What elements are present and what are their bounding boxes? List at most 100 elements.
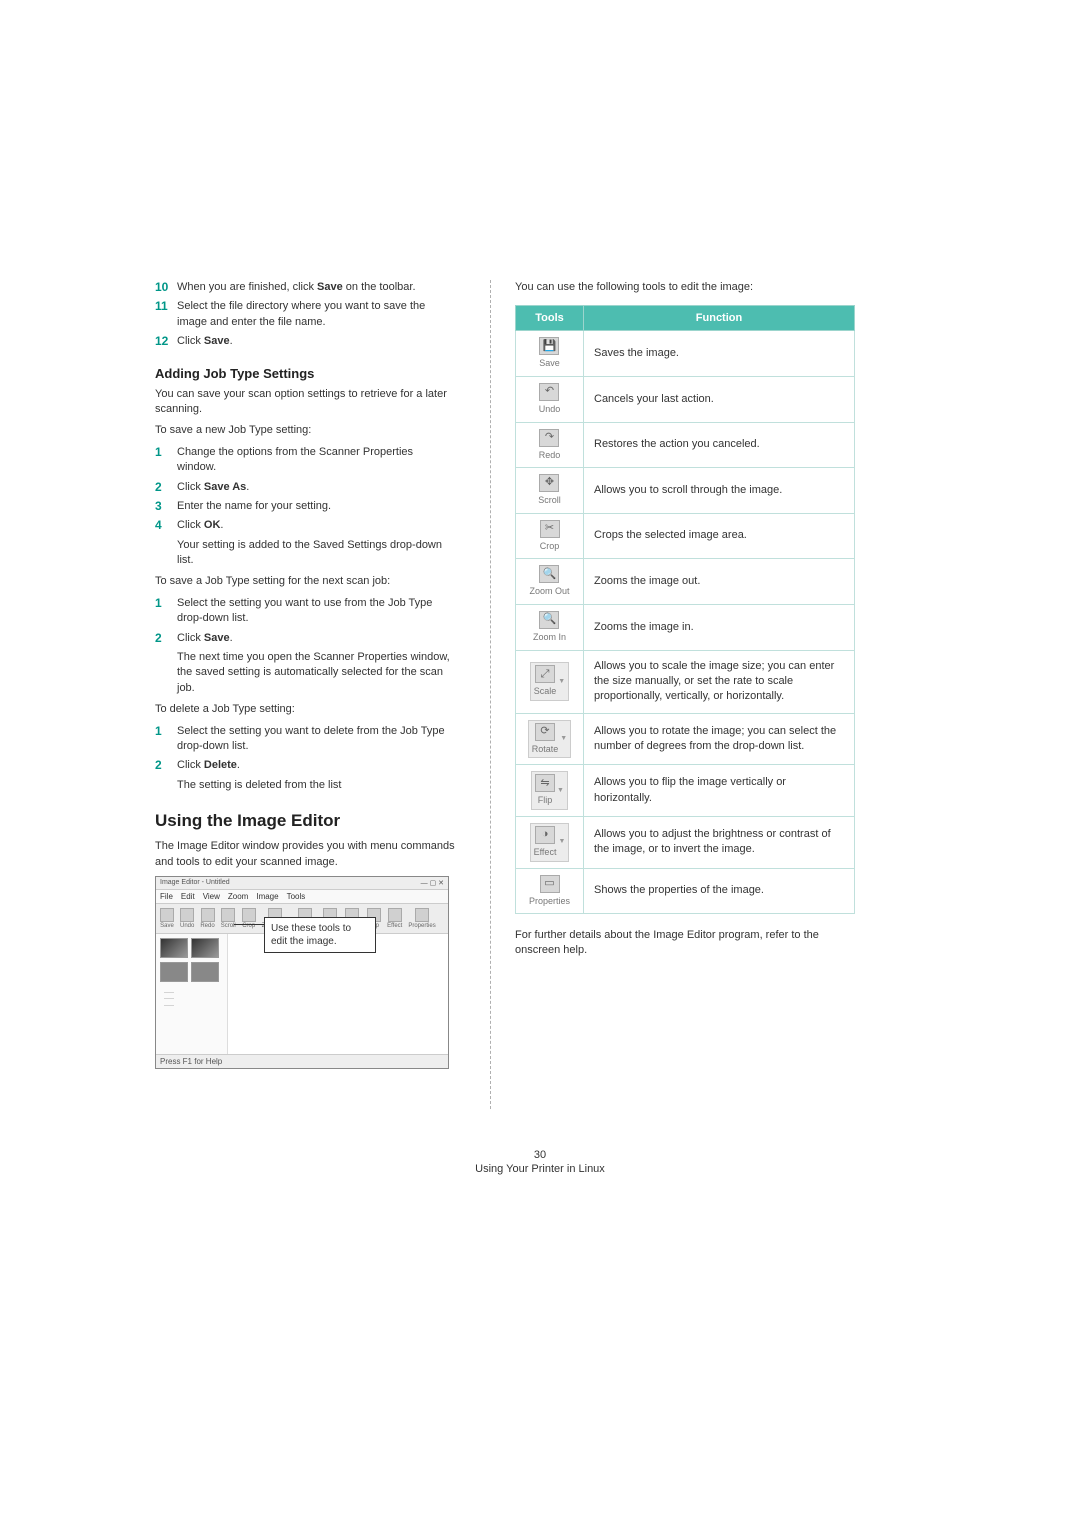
- scale-icon: ⤢: [535, 665, 555, 683]
- scroll-icon: [221, 908, 235, 922]
- step-number: 1: [155, 724, 177, 738]
- step-text: Click Save.: [177, 631, 455, 646]
- chevron-down-icon: ▼: [560, 734, 567, 744]
- tool-button[interactable]: ↶Undo: [539, 383, 561, 416]
- left-column: 10When you are finished, click Save on t…: [155, 280, 455, 1069]
- tool-label: Properties: [529, 895, 570, 908]
- tool-button[interactable]: ✂Crop: [540, 520, 560, 553]
- step-text: Select the file directory where you want…: [177, 299, 455, 330]
- function-cell: Allows you to scroll through the image.: [584, 468, 855, 514]
- step-text: When you are finished, click Save on the…: [177, 280, 455, 295]
- tool-label: Scale: [534, 685, 557, 698]
- table-row: 🔍Zoom InZooms the image in.: [516, 604, 855, 650]
- tool-cell: 💾Save: [516, 331, 584, 377]
- ss-menu-item[interactable]: View: [203, 892, 220, 901]
- ss-tool-scroll[interactable]: Scroll: [218, 906, 239, 931]
- step-line: 1Select the setting you want to delete f…: [155, 724, 455, 755]
- ss-menu-item[interactable]: Tools: [287, 892, 306, 901]
- th-tools: Tools: [516, 306, 584, 331]
- tool-button[interactable]: ⇋Flip▼: [531, 771, 568, 810]
- chevron-down-icon: ▼: [558, 677, 565, 687]
- ss-tool-label: Redo: [200, 923, 214, 929]
- step-line: 1Change the options from the Scanner Pro…: [155, 445, 455, 476]
- tool-button[interactable]: ▭ Properties: [529, 875, 570, 908]
- step-line: 2Click Delete.: [155, 758, 455, 773]
- ss-tool-effect[interactable]: Effect: [384, 906, 405, 931]
- function-cell: Allows you to scale the image size; you …: [584, 650, 855, 713]
- editor-title: Using the Image Editor: [155, 811, 455, 831]
- function-cell: Shows the properties of the image.: [584, 868, 855, 914]
- ss-tool-crop[interactable]: Crop: [239, 906, 259, 931]
- ss-tool-label: Effect: [387, 923, 402, 929]
- undo-icon: ↶: [539, 383, 559, 401]
- table-row: ⟳Rotate▼Allows you to rotate the image; …: [516, 713, 855, 765]
- redo-icon: ↷: [539, 429, 559, 447]
- step-line: 12Click Save.: [155, 334, 455, 349]
- step-text: Click Save As.: [177, 480, 455, 495]
- tool-button[interactable]: ⟳Rotate▼: [528, 720, 571, 759]
- tool-button[interactable]: 🔍Zoom Out: [529, 565, 569, 598]
- step-number: 3: [155, 499, 177, 513]
- table-intro: You can use the following tools to edit …: [515, 280, 855, 295]
- callout-line: [234, 924, 264, 925]
- ss-tool-label: Save: [160, 923, 174, 929]
- tool-button[interactable]: ⤢ Scale▼: [530, 662, 569, 701]
- delete-note: The setting is deleted from the list: [177, 778, 455, 793]
- adding-title: Adding Job Type Settings: [155, 366, 455, 381]
- ss-titlebar: Image Editor - Untitled — ▢ ✕: [156, 877, 448, 890]
- tool-label: Flip: [538, 794, 553, 807]
- ss-statusbar: Press F1 for Help: [156, 1054, 448, 1068]
- tool-cell: ✥Scroll: [516, 468, 584, 514]
- page: 10When you are finished, click Save on t…: [0, 0, 1080, 1129]
- effect-icon: [388, 908, 402, 922]
- ss-menu-item[interactable]: Edit: [181, 892, 195, 901]
- ss-tool-undo[interactable]: Undo: [177, 906, 197, 931]
- step-number: 10: [155, 280, 177, 294]
- top-steps: 10When you are finished, click Save on t…: [155, 280, 455, 350]
- step-number: 11: [155, 299, 177, 313]
- tool-button[interactable]: 💾Save: [539, 337, 560, 370]
- page-footer: 30 Using Your Printer in Linux: [0, 1129, 1080, 1215]
- tools-table: Tools Function 💾SaveSaves the image.↶Und…: [515, 305, 855, 914]
- tool-inner: ◑Effect: [534, 826, 557, 859]
- step-line: 1Select the setting you want to use from…: [155, 596, 455, 627]
- tool-button[interactable]: 🔍Zoom In: [533, 611, 566, 644]
- ss-thumbnails: ——————: [156, 934, 228, 1064]
- next-job-intro: To save a Job Type setting for the next …: [155, 574, 455, 589]
- step-text: Click Save.: [177, 334, 455, 349]
- table-footer-note: For further details about the Image Edit…: [515, 928, 855, 959]
- ss-tool-label: Undo: [180, 923, 194, 929]
- step-number: 12: [155, 334, 177, 348]
- ss-menu-item[interactable]: Image: [256, 892, 278, 901]
- properties-icon: [415, 908, 429, 922]
- table-row: ▭ Properties Shows the properties of the i…: [516, 868, 855, 914]
- step-number: 1: [155, 596, 177, 610]
- table-row: ✥Scroll Allows you to scroll through the …: [516, 468, 855, 514]
- undo-icon: [180, 908, 194, 922]
- function-cell: Zooms the image out.: [584, 559, 855, 605]
- chevron-down-icon: ▼: [557, 786, 564, 796]
- properties-icon: ▭: [540, 875, 560, 893]
- table-row: ◑Effect▼ Allows you to adjust the brightn…: [516, 816, 855, 868]
- ss-menu-item[interactable]: File: [160, 892, 173, 901]
- rotate-icon: ⟳: [535, 723, 555, 741]
- tool-label: Crop: [540, 540, 560, 553]
- adding-intro: You can save your scan option settings t…: [155, 387, 455, 418]
- save-icon: [160, 908, 174, 922]
- tool-button[interactable]: ✥Scroll: [538, 474, 561, 507]
- ss-tool-properties[interactable]: Properties: [405, 906, 438, 931]
- save-steps: 1Change the options from the Scanner Pro…: [155, 445, 455, 534]
- function-cell: Allows you to adjust the brightness or c…: [584, 816, 855, 868]
- ss-tool-save[interactable]: Save: [157, 906, 177, 931]
- table-row: ⇋Flip▼Allows you to flip the image verti…: [516, 765, 855, 817]
- tool-button[interactable]: ↷Redo: [539, 429, 561, 462]
- ss-menu-item[interactable]: Zoom: [228, 892, 248, 901]
- editor-desc: The Image Editor window provides you wit…: [155, 839, 455, 870]
- tool-cell: 🔍Zoom Out: [516, 559, 584, 605]
- tool-cell: ⇋Flip▼: [516, 765, 584, 817]
- function-cell: Restores the action you canceled.: [584, 422, 855, 468]
- tool-inner: ⤢ Scale: [534, 665, 557, 698]
- tool-button[interactable]: ◑Effect▼: [530, 823, 570, 862]
- table-row: ↷Redo Restores the action you canceled.: [516, 422, 855, 468]
- ss-tool-redo[interactable]: Redo: [197, 906, 217, 931]
